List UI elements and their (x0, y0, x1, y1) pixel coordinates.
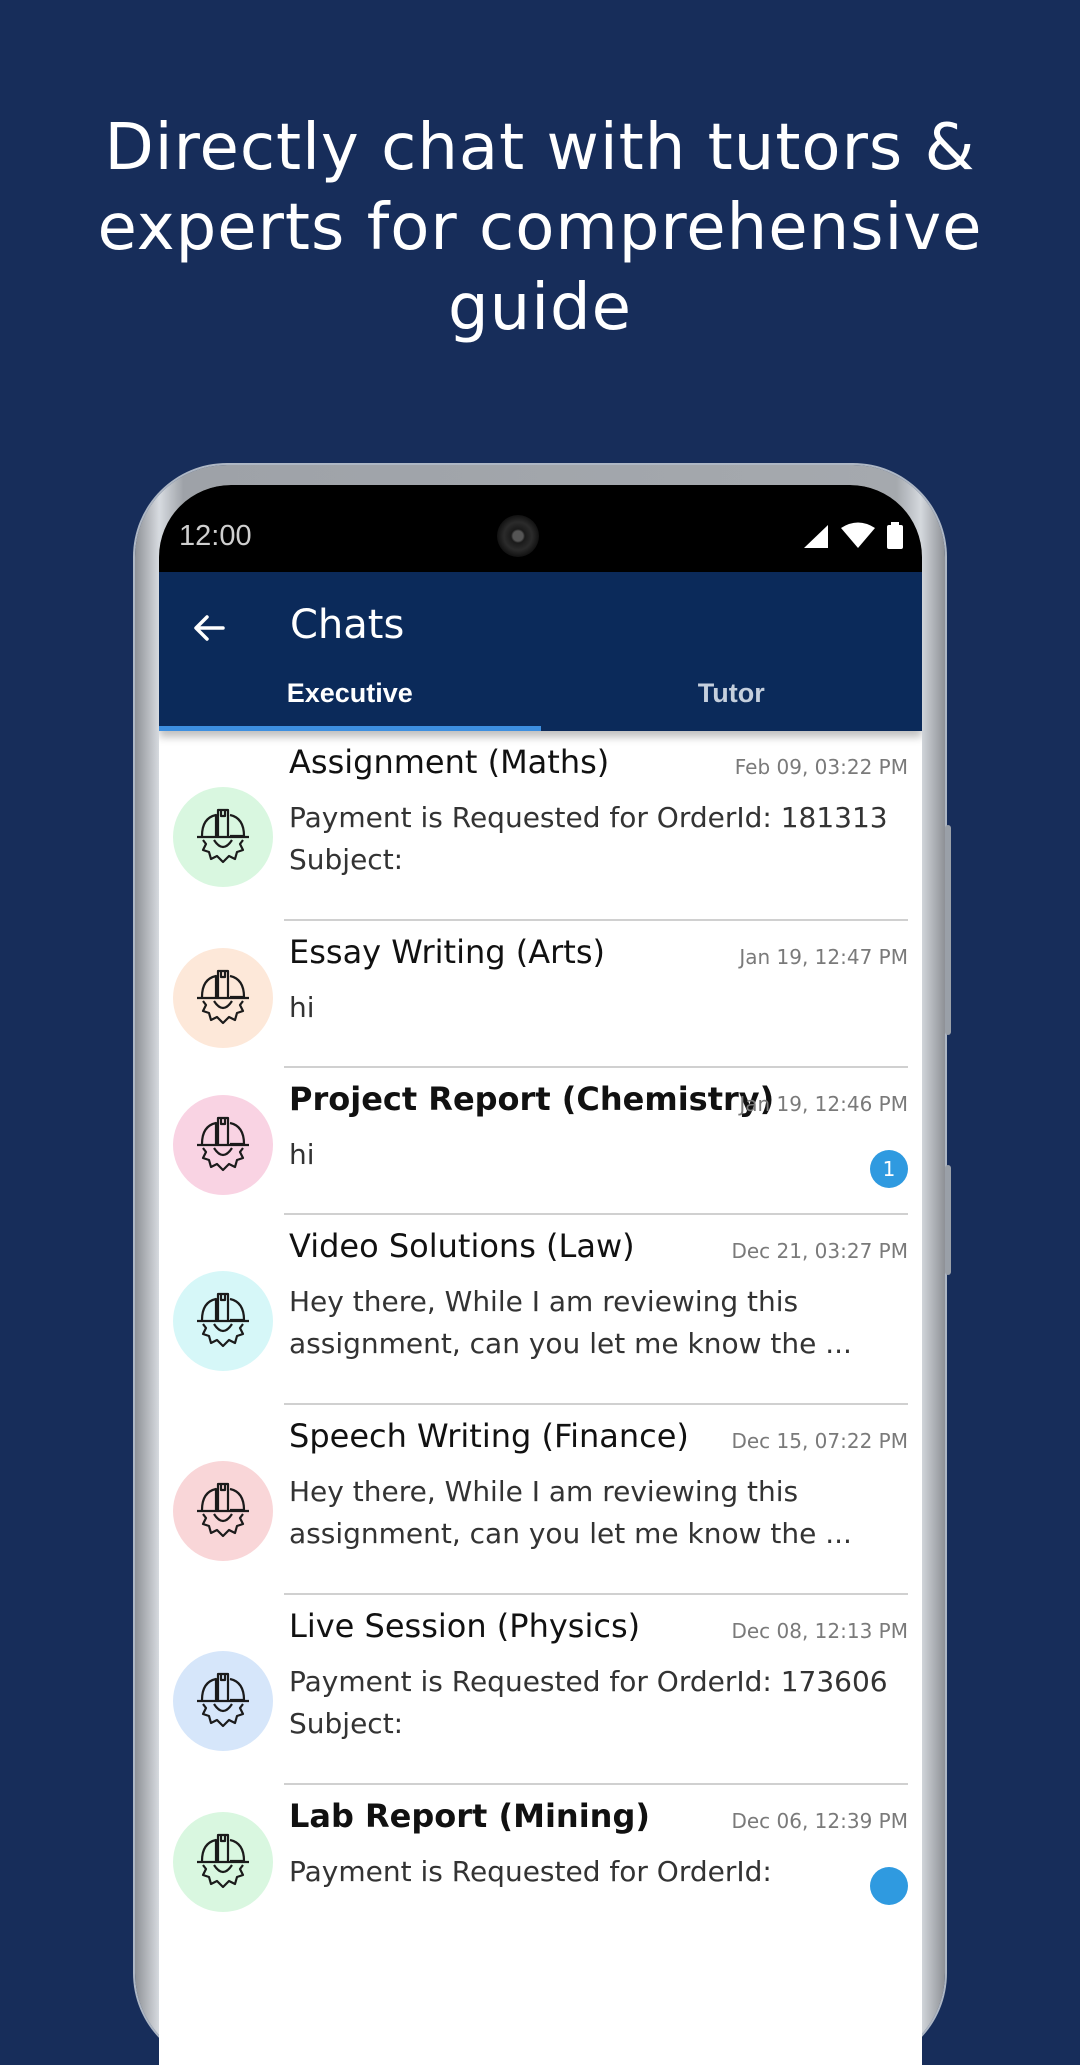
avatar (173, 1812, 273, 1912)
chat-list-item[interactable]: Assignment (Maths) Feb 09, 03:22 PM Paymen… (159, 731, 922, 919)
chat-timestamp: Jan 19, 12:47 PM (739, 945, 908, 969)
chat-list-item[interactable]: Video Solutions (Law) Dec 21, 03:27 PM Hey… (159, 1215, 922, 1403)
chat-message-line: Payment is Requested for OrderId: 173606 (289, 1665, 888, 1698)
avatar (173, 948, 273, 1048)
status-time: 12:00 (179, 520, 252, 552)
chat-timestamp: Feb 09, 03:22 PM (734, 755, 908, 779)
engineer-helmet-gear-icon (197, 969, 249, 1025)
avatar (173, 1651, 273, 1751)
unread-badge (870, 1867, 908, 1905)
volume-button (945, 825, 951, 1035)
chat-timestamp: Dec 08, 12:13 PM (731, 1619, 908, 1643)
promo-headline: Directly chat with tutors & experts for … (97, 111, 983, 345)
engineer-helmet-gear-icon (197, 1116, 249, 1172)
chat-list-item[interactable]: Essay Writing (Arts) Jan 19, 12:47 PM hi (159, 921, 922, 1066)
chat-list-item[interactable]: Speech Writing (Finance) Dec 15, 07:22 PM… (159, 1405, 922, 1593)
engineer-helmet-gear-icon (197, 1672, 249, 1728)
engineer-helmet-gear-icon (197, 1292, 249, 1348)
app-bar: Chats Executive Tutor (159, 572, 922, 731)
chat-timestamp: Dec 06, 12:39 PM (731, 1809, 908, 1833)
chat-list-item[interactable]: Project Report (Chemistry) Jan 19, 12:46 … (159, 1068, 922, 1213)
phone-screen: 12:00 Chats Executive Tutor Assignment (… (159, 485, 922, 2065)
front-camera (497, 515, 539, 557)
chat-message-line: hi (289, 1138, 315, 1171)
wifi-icon (841, 522, 875, 548)
avatar (173, 1095, 273, 1195)
battery-icon (887, 522, 903, 549)
signal-icon (804, 525, 828, 548)
arrow-left-icon[interactable] (189, 608, 229, 648)
tab-tutor[interactable]: Tutor (541, 668, 923, 731)
power-button (945, 1165, 951, 1275)
avatar (173, 1461, 273, 1561)
avatar (173, 787, 273, 887)
chat-message-line: Payment is Requested for OrderId: 181313 (289, 801, 888, 834)
chat-message-line: assignment, can you let me know the ... (289, 1327, 852, 1360)
avatar (173, 1271, 273, 1371)
engineer-helmet-gear-icon (197, 1482, 249, 1538)
chat-message-line: hi (289, 991, 315, 1024)
engineer-helmet-gear-icon (197, 808, 249, 864)
chat-message-line: assignment, can you let me know the ... (289, 1517, 852, 1550)
page-title: Chats (290, 602, 405, 648)
chat-message-line: Hey there, While I am reviewing this (289, 1285, 799, 1318)
chat-message-line: Hey there, While I am reviewing this (289, 1475, 799, 1508)
chat-message-line: Payment is Requested for OrderId: (289, 1855, 772, 1888)
status-bar: 12:00 (159, 485, 922, 572)
chat-timestamp: Jan 19, 12:46 PM (739, 1092, 908, 1116)
chat-list-item[interactable]: Lab Report (Mining) Dec 06, 12:39 PM Payme… (159, 1785, 922, 1930)
chat-list-item[interactable]: Live Session (Physics) Dec 08, 12:13 PM Pa… (159, 1595, 922, 1783)
chat-timestamp: Dec 15, 07:22 PM (731, 1429, 908, 1453)
chat-message-line: Subject: (289, 1707, 404, 1740)
unread-badge: 1 (870, 1150, 908, 1188)
engineer-helmet-gear-icon (197, 1833, 249, 1889)
phone-frame: 12:00 Chats Executive Tutor Assignment (… (135, 465, 951, 2065)
chat-timestamp: Dec 21, 03:27 PM (731, 1239, 908, 1263)
chat-list[interactable]: Assignment (Maths) Feb 09, 03:22 PM Paymen… (159, 731, 922, 1930)
tab-bar: Executive Tutor (159, 668, 922, 731)
tab-executive[interactable]: Executive (159, 668, 541, 731)
chat-message-line: Subject: (289, 843, 404, 876)
